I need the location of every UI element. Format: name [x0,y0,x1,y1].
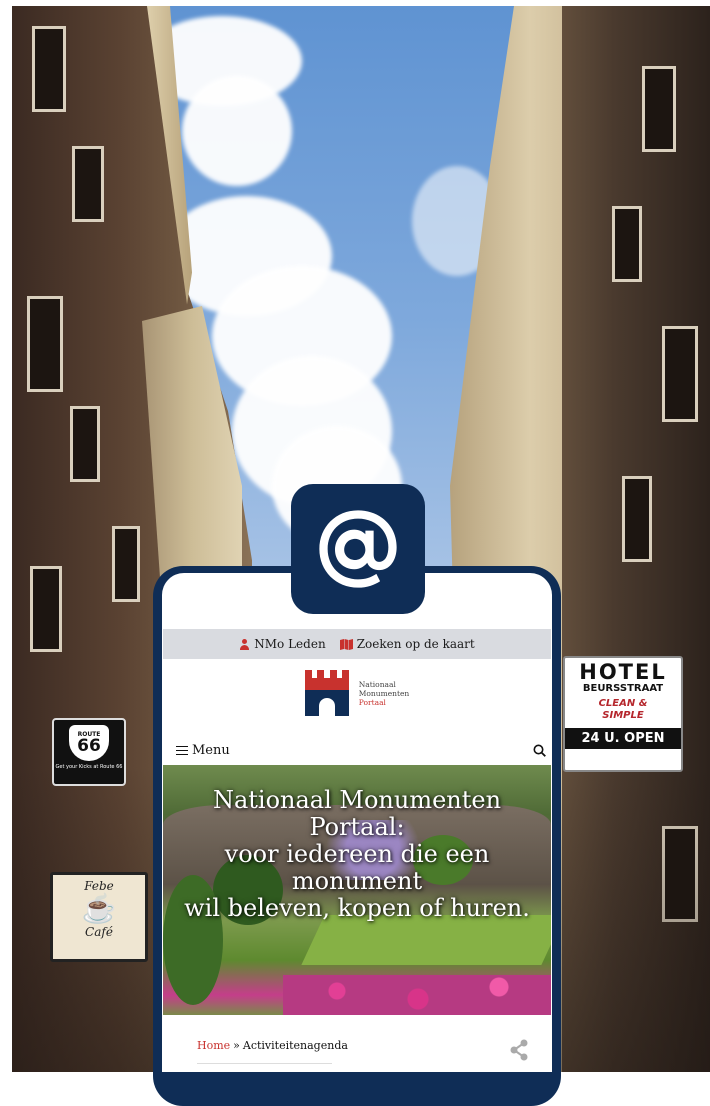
hero-flowers [283,975,551,1015]
hero-title-line5: wil beleven, kopen of huren. [184,894,530,922]
hero-title-line4: monument [291,867,423,895]
hero-title-line3: voor iedereen die een [224,840,490,868]
window [72,146,104,222]
logo-line3: Portaal [358,697,386,707]
members-link[interactable]: NMo Leden [239,637,326,651]
route66-subtitle: Get your Kicks at Route 66 [55,764,123,770]
window [70,406,100,482]
cafe-name: Febe [84,879,114,893]
cafe-sign: Febe ☕ Café [50,872,148,962]
phone-screen: NMo Leden Zoeken op de kaart Nationaal M… [162,573,552,1072]
cafe-word: Café [85,925,113,939]
window [642,66,676,152]
site-logo[interactable]: Nationaal Monumenten Portaal [162,665,552,721]
map-icon [339,638,353,650]
top-bar: NMo Leden Zoeken op de kaart [163,629,551,659]
logo-line2: Monumenten [358,688,410,698]
hero-title-line1: Nationaal Monumenten [212,786,502,814]
breadcrumb-separator: » [233,1039,240,1052]
breadcrumb-divider [197,1063,332,1064]
hero-banner: Nationaal Monumenten Portaal: voor ieder… [163,765,551,1015]
at-sign-icon [319,510,397,588]
castle-logo-icon [304,670,349,716]
cloud [182,76,292,186]
logo-text: Nationaal Monumenten Portaal [359,680,410,707]
window [662,326,698,422]
route66-number: 66 [77,735,101,756]
hero-lawn [301,915,551,965]
cafe-emblem-icon: ☕ [81,892,117,925]
hotel-title: HOTEL [579,660,667,684]
window [30,566,62,652]
window [27,296,63,392]
breadcrumb-home-link[interactable]: Home [197,1039,230,1052]
logo-line1: Nationaal [358,679,396,689]
hotel-slogan-line1: CLEAN & [598,698,648,709]
menu-label: Menu [192,742,230,758]
breadcrumb-current: Activiteitenagenda [242,1039,348,1052]
hotel-slogan-line2: SIMPLE [602,710,644,721]
user-icon [239,638,250,650]
hotel-slogan: CLEAN & SIMPLE [565,698,681,722]
app-icon-badge [291,484,425,614]
window [612,206,642,282]
hero-title: Nationaal Monumenten Portaal: voor ieder… [163,787,551,922]
breadcrumb: Home » Activiteitenagenda [197,1039,348,1052]
hotel-street: BEURSSTRAAT [582,683,664,694]
window [32,26,66,112]
share-icon[interactable] [508,1039,530,1061]
map-search-link[interactable]: Zoeken op de kaart [339,637,475,651]
hotel-open-hours: 24 U. OPEN [565,728,681,749]
hero-title-line2: Portaal: [309,813,405,841]
window [112,526,140,602]
hotel-sign: HOTEL BEURSSTRAAT CLEAN & SIMPLE 24 U. O… [563,656,683,772]
members-label: NMo Leden [254,637,326,651]
route66-sign: ROUTE 66 Get your Kicks at Route 66 [52,718,126,786]
search-icon[interactable] [533,744,546,757]
hamburger-icon [176,745,188,755]
menu-button[interactable]: Menu [176,743,230,758]
window [622,476,652,562]
nav-row: Menu [176,739,546,761]
map-search-label: Zoeken op de kaart [356,637,475,651]
route66-shield: ROUTE 66 [69,725,109,761]
